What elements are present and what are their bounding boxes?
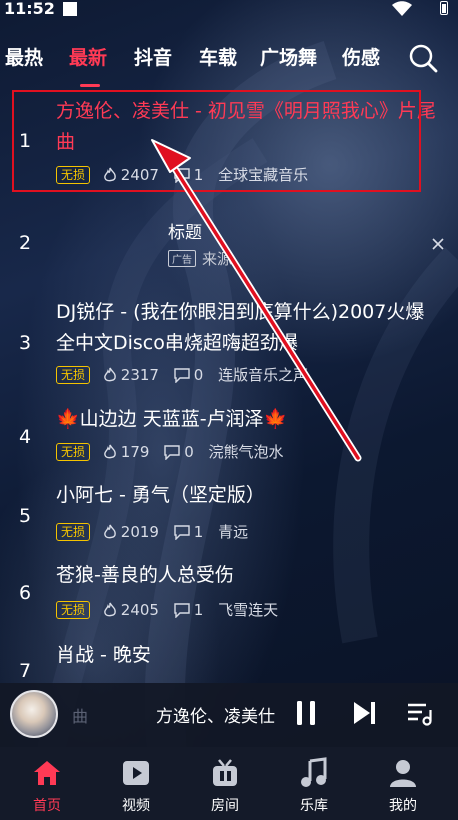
play-count: 2019 — [103, 523, 159, 541]
play-count: 2317 — [103, 366, 159, 384]
battery-icon — [440, 1, 448, 15]
tab-douyin[interactable]: 抖音 — [134, 43, 172, 70]
song-meta: 无损 179 0 浣熊气泡水 — [56, 441, 294, 465]
tab-sad[interactable]: 伤感 — [342, 43, 380, 70]
uploader-name: 连版音乐之声 — [218, 366, 309, 384]
song-title: 小阿七 - 勇气（坚定版） — [56, 484, 265, 506]
ad-title: 标题 — [168, 223, 202, 243]
comment-icon — [174, 167, 190, 184]
play-count: 179 — [103, 443, 149, 461]
uploader-name: 全球宝藏音乐 — [218, 166, 309, 184]
nav-label: 我的 — [389, 798, 417, 814]
song-title: 方逸伦、凌美仕 - 初见雪《明月照我心》片尾曲 — [56, 100, 436, 153]
next-track-icon[interactable] — [348, 697, 380, 729]
comment-count: 0 — [174, 366, 203, 384]
song-meta: 无损 2407 1 全球宝藏音乐 — [56, 164, 318, 188]
song-rank: 6 — [18, 582, 32, 604]
comment-count: 1 — [174, 523, 203, 541]
video-icon — [123, 761, 149, 785]
nav-room[interactable]: 房间 — [190, 757, 260, 815]
nav-music-library[interactable]: 乐库 — [279, 757, 349, 815]
play-count: 2407 — [103, 166, 159, 184]
song-rank: 5 — [18, 505, 32, 527]
song-row-5[interactable]: 5 小阿七 - 勇气（坚定版） 无损 2019 1 青远 — [0, 474, 458, 552]
album-cover[interactable] — [10, 690, 58, 738]
playlist-icon[interactable] — [404, 697, 436, 729]
nav-home[interactable]: 首页 — [12, 757, 82, 815]
now-playing-title[interactable]: 方逸伦、凌美仕 — [156, 702, 280, 727]
song-rank: 7 — [18, 660, 32, 682]
song-title: 苍狼-善良的人总受伤 — [56, 564, 234, 586]
tab-car[interactable]: 车载 — [199, 43, 237, 70]
mini-player-lyric: 曲 — [72, 707, 89, 726]
song-rank: 1 — [18, 130, 32, 152]
pause-icon[interactable] — [290, 697, 322, 729]
fire-icon — [103, 167, 116, 182]
song-rank: 4 — [18, 426, 32, 448]
comment-count: 0 — [164, 443, 194, 461]
ad-source: 来源 — [202, 250, 233, 268]
comment-icon — [164, 444, 180, 461]
status-bar: 11:52 — [0, 0, 458, 20]
comment-count: 1 — [174, 166, 203, 184]
nav-video[interactable]: 视频 — [101, 757, 171, 815]
search-icon[interactable] — [407, 42, 439, 74]
song-meta: 无损 2019 1 青远 — [56, 521, 258, 545]
comment-icon — [174, 367, 190, 384]
room-icon — [213, 759, 237, 786]
ad-rank: 2 — [18, 232, 32, 254]
nav-label: 房间 — [211, 798, 239, 814]
song-row-1[interactable]: 1 方逸伦、凌美仕 - 初见雪《明月照我心》片尾曲 无损 2407 1 全球宝藏… — [0, 88, 458, 192]
song-row-4[interactable]: 4 🍁山边边 天蓝蓝-卢润泽🍁 无损 179 0 浣熊气泡水 — [0, 396, 458, 472]
lossless-badge: 无损 — [56, 365, 91, 384]
home-icon — [34, 761, 60, 785]
fire-icon — [103, 444, 116, 459]
song-row-7[interactable]: 7 肖战 - 晚安 — [0, 634, 458, 684]
fire-icon — [103, 602, 116, 617]
profile-icon — [390, 760, 416, 787]
nav-profile[interactable]: 我的 — [368, 757, 438, 815]
song-title: 🍁山边边 天蓝蓝-卢润泽🍁 — [56, 408, 288, 430]
ad-meta: 广告 来源 — [168, 248, 232, 269]
bottom-navigation: 首页 视频 房间 乐库 我的 — [0, 747, 458, 820]
status-time: 11:52 — [4, 0, 55, 18]
song-row-6[interactable]: 6 苍狼-善良的人总受伤 无损 2405 1 飞雪连天 — [0, 554, 458, 632]
lossless-badge: 无损 — [56, 442, 91, 461]
category-tabs: 最热 最新 抖音 车载 广场舞 伤感 — [0, 36, 458, 87]
song-title: 肖战 - 晚安 — [56, 644, 151, 666]
tab-square-dance[interactable]: 广场舞 — [260, 43, 317, 70]
notification-icon — [63, 2, 77, 16]
uploader-name: 青远 — [218, 523, 249, 541]
lossless-badge: 无损 — [56, 522, 91, 541]
tab-newest[interactable]: 最新 — [69, 43, 107, 70]
fire-icon — [103, 367, 116, 382]
uploader-name: 飞雪连天 — [218, 601, 279, 619]
lossless-badge: 无损 — [56, 600, 91, 619]
wifi-icon — [392, 1, 412, 16]
song-row-3[interactable]: 3 DJ锐仔 - (我在你眼泪到底算什么)2007火爆全中文Disco串烧超嗨超… — [0, 292, 458, 396]
comment-icon — [174, 524, 190, 541]
nav-label: 首页 — [33, 798, 61, 814]
nav-label: 乐库 — [300, 798, 328, 814]
nav-label: 视频 — [122, 798, 150, 814]
active-tab-indicator — [80, 84, 100, 87]
comment-count: 1 — [174, 601, 203, 619]
music-library-icon — [301, 757, 327, 787]
song-rank: 3 — [18, 332, 32, 354]
song-meta: 无损 2317 0 连版音乐之声 — [56, 364, 318, 388]
tab-hot[interactable]: 最热 — [5, 43, 43, 70]
ad-badge: 广告 — [168, 250, 196, 267]
uploader-name: 浣熊气泡水 — [208, 443, 284, 461]
lossless-badge: 无损 — [56, 165, 91, 184]
fire-icon — [103, 524, 116, 539]
close-icon[interactable] — [426, 232, 450, 256]
song-title: DJ锐仔 - (我在你眼泪到底算什么)2007火爆全中文Disco串烧超嗨超劲爆 — [56, 301, 425, 354]
song-meta: 无损 2405 1 飞雪连天 — [56, 599, 288, 623]
mini-player[interactable]: 曲 方逸伦、凌美仕 — [0, 683, 458, 747]
play-count: 2405 — [103, 601, 159, 619]
comment-icon — [174, 602, 190, 619]
ad-row[interactable]: 2 标题 广告 来源 — [0, 192, 458, 292]
